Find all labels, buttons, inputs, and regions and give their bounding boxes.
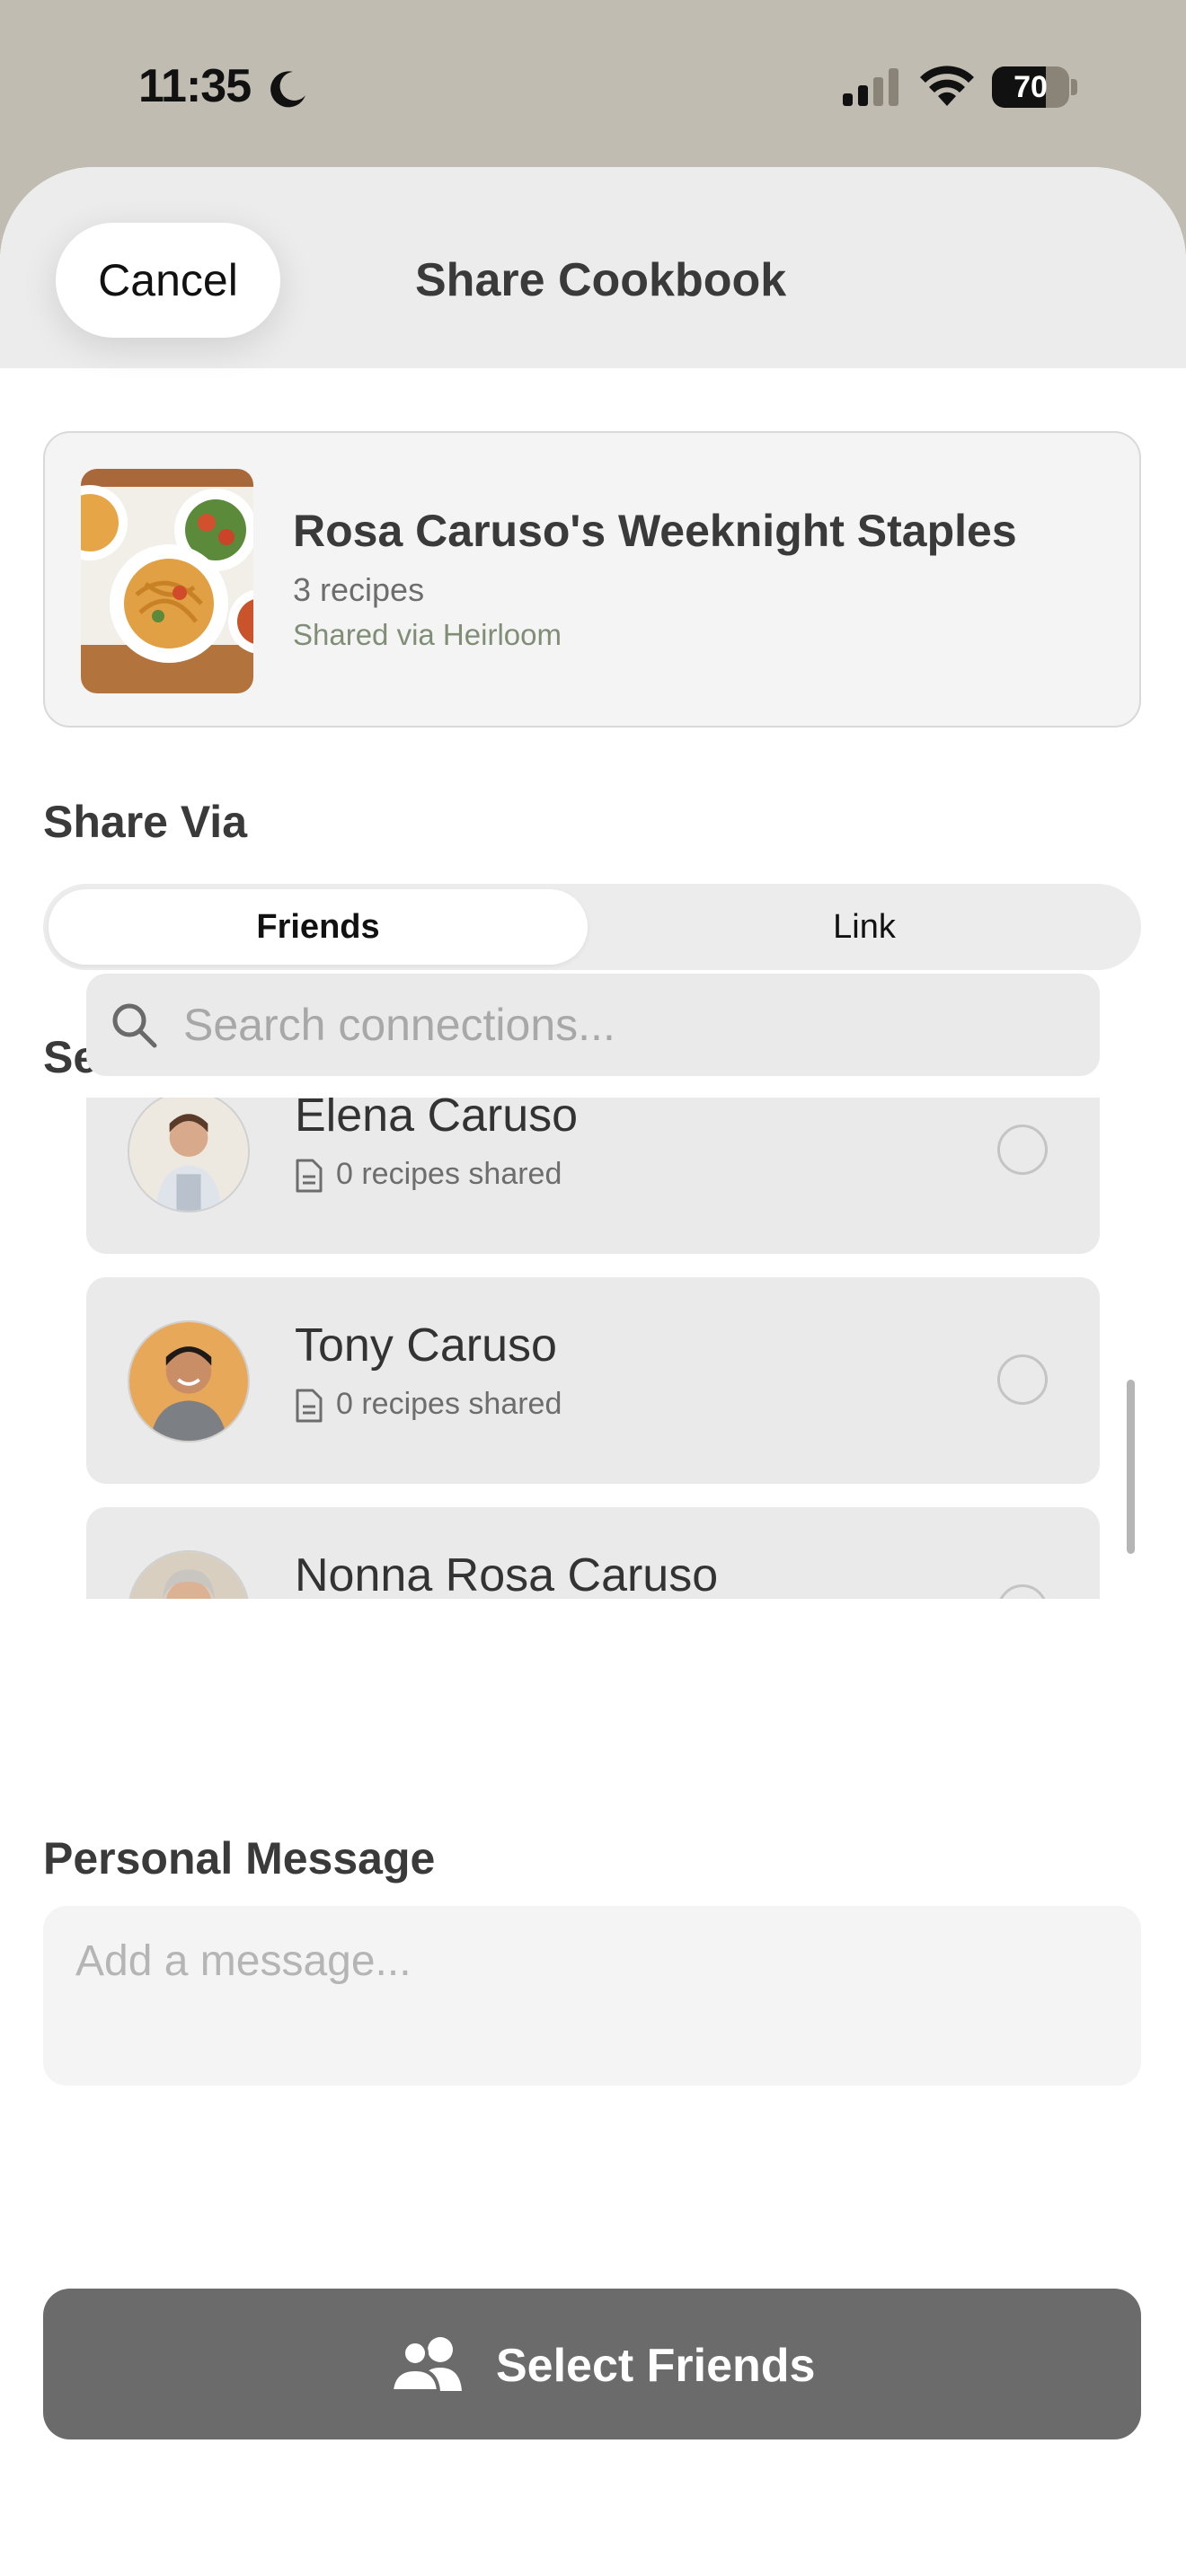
cookbook-cover-image — [81, 469, 253, 693]
friend-select-radio[interactable] — [997, 1125, 1048, 1175]
avatar — [128, 1320, 250, 1442]
friend-row-tony-caruso[interactable]: Tony Caruso 0 recipes shared — [86, 1277, 1100, 1484]
select-friends-button[interactable]: Select Friends — [43, 2289, 1141, 2439]
status-bar: 11:35 70 — [0, 0, 1186, 171]
message-input[interactable] — [75, 1936, 1109, 2053]
avatar — [128, 1098, 250, 1213]
search-box — [86, 974, 1100, 1076]
search-input[interactable] — [183, 993, 1064, 1056]
battery-indicator: 70 — [992, 66, 1078, 108]
sheet-title: Share Cookbook — [415, 254, 787, 306]
friend-name: Elena Caruso — [295, 1098, 579, 1142]
status-time: 11:35 — [138, 60, 252, 112]
document-icon — [296, 1389, 323, 1423]
friend-row-elena-caruso[interactable]: Elena Caruso 0 recipes shared — [86, 1098, 1100, 1254]
sheet-header: Cancel Share Cookbook — [0, 167, 1186, 368]
friend-recipes-shared: 0 recipes shared — [336, 1157, 562, 1191]
cookbook-source: Shared via Heirloom — [293, 618, 562, 651]
friend-row-nonna-rosa-caruso[interactable]: Nonna Rosa Caruso — [86, 1507, 1100, 1599]
message-box — [43, 1906, 1141, 2086]
friend-select-radio[interactable] — [997, 1354, 1048, 1405]
friend-select-radio[interactable] — [997, 1584, 1048, 1599]
document-icon — [296, 1159, 323, 1193]
cancel-button[interactable]: Cancel — [56, 223, 280, 338]
friends-list[interactable]: Elena Caruso 0 recipes shared Tony Carus… — [86, 1098, 1100, 1599]
share-via-label: Share Via — [43, 797, 248, 847]
share-via-segmented-control: Friends Link — [43, 884, 1141, 970]
segment-link[interactable]: Link — [593, 889, 1136, 965]
battery-level-text: 70 — [1013, 70, 1048, 104]
friend-name: Nonna Rosa Caruso — [295, 1549, 719, 1599]
select-friends-button-label: Select Friends — [496, 2340, 816, 2392]
moon-icon — [270, 71, 305, 108]
personal-message-label: Personal Message — [43, 1833, 436, 1883]
cookbook-card: Rosa Caruso's Weeknight Staples 3 recipe… — [43, 431, 1141, 728]
wifi-icon — [920, 66, 974, 106]
people-icon — [390, 2337, 462, 2393]
friend-recipes-shared: 0 recipes shared — [336, 1387, 562, 1421]
segment-friends[interactable]: Friends — [49, 889, 588, 965]
cookbook-name: Rosa Caruso's Weeknight Staples — [293, 506, 1017, 556]
friend-name: Tony Caruso — [295, 1319, 557, 1372]
avatar — [128, 1550, 250, 1599]
search-icon — [112, 1003, 157, 1048]
friends-list-scrollbar[interactable] — [1127, 1380, 1135, 1554]
cellular-signal-icon — [843, 68, 898, 106]
cookbook-recipe-count: 3 recipes — [293, 571, 425, 608]
